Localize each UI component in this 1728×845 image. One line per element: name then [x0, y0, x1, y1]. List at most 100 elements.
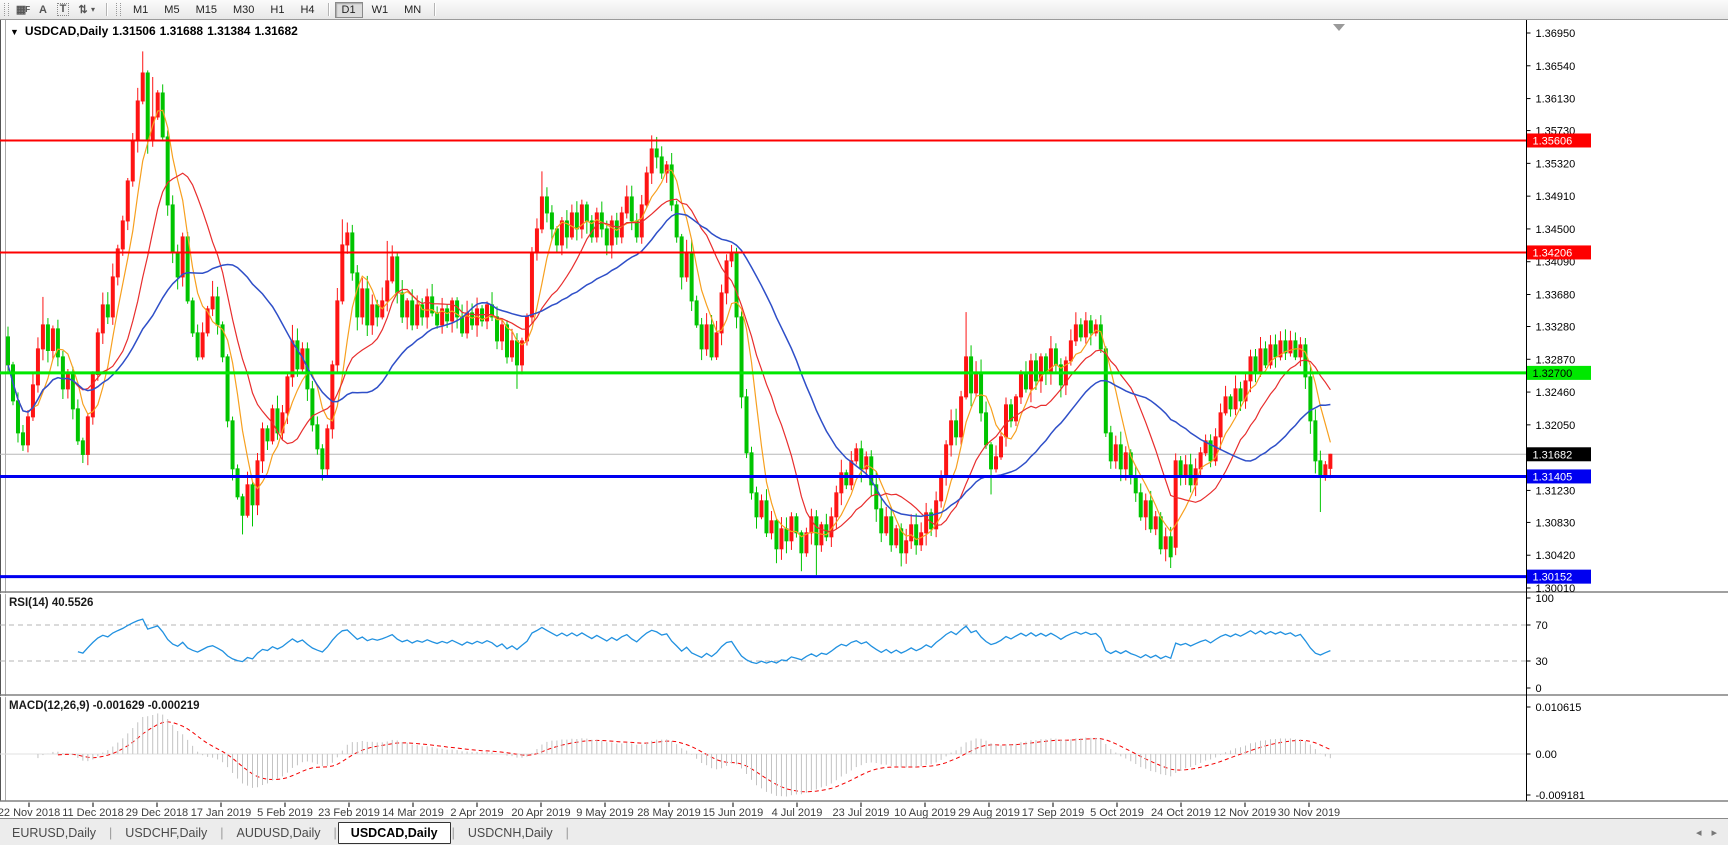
date-tick-label: 5 Oct 2019	[1090, 807, 1144, 818]
tab-separator: |	[565, 825, 569, 840]
rsi-axis-label: 30	[1536, 656, 1548, 668]
tab-eurusd[interactable]: EURUSD,Daily	[0, 823, 108, 843]
timeframe-h4[interactable]: H4	[293, 2, 321, 18]
price-tick-label: 1.36950	[1536, 28, 1576, 40]
price-tick-label: 1.35320	[1536, 158, 1576, 170]
price-tick-label: 1.31230	[1536, 485, 1576, 497]
date-tick-label: 2 Apr 2019	[450, 807, 503, 818]
date-tick-label: 4 Jul 2019	[772, 807, 823, 818]
date-tick-label: 10 Aug 2019	[894, 807, 956, 818]
svg-text:1.32700: 1.32700	[1533, 368, 1573, 380]
symbol-period-label: USDCAD,Daily	[24, 24, 109, 38]
mt4-application: ▦ F A T ⇅ ▾ M1 M5 M15 M30 H1 H4 D1 W1 MN ▼ USDCAD,Daily…	[0, 0, 1728, 845]
font-icon[interactable]: A	[34, 2, 52, 17]
date-tick-label: 14 Mar 2019	[382, 807, 444, 818]
macd-axis-label: -0.009181	[1536, 790, 1586, 802]
toolbar-drag-handle	[116, 3, 121, 16]
timeframe-w1[interactable]: W1	[365, 2, 396, 18]
toolbar-drag-handle	[4, 3, 9, 16]
date-tick-label: 15 Jun 2019	[703, 807, 764, 818]
text-label-icon[interactable]: T	[54, 2, 72, 17]
rsi-indicator-label: RSI(14) 40.5526	[9, 597, 94, 609]
macd-pane[interactable]: 0.010615 0.00 -0.009181	[0, 702, 1585, 802]
ohlc-low: 1.31384	[207, 24, 251, 38]
date-tick-label: 28 May 2019	[637, 807, 701, 818]
one-click-trading-arrow[interactable]: ▼	[10, 27, 19, 37]
timeframe-m1[interactable]: M1	[126, 2, 155, 18]
price-tick-label: 1.30830	[1536, 517, 1576, 529]
level-price-badge: 1.32700	[1527, 365, 1591, 380]
chart-frame	[0, 20, 6, 801]
tab-separator: |	[109, 825, 113, 840]
tab-separator: |	[451, 825, 455, 840]
price-tick-label: 1.34500	[1536, 224, 1576, 236]
toolbar-separator	[106, 3, 107, 16]
rsi-axis-label: 100	[1536, 593, 1554, 605]
chart-title: ▼ USDCAD,Daily 1.31506 1.31688 1.31384 1.3168…	[10, 24, 302, 38]
date-tick-label: 12 Nov 2019	[1214, 807, 1276, 818]
dropdown-caret[interactable]: ▾	[91, 5, 101, 14]
macd-axis-label: 0.010615	[1536, 702, 1582, 714]
price-tick-label: 1.32870	[1536, 354, 1576, 366]
price-tick-label: 1.36130	[1536, 94, 1576, 106]
date-tick-label: 22 Nov 2018	[0, 807, 60, 818]
tab-usdcnh[interactable]: USDCNH,Daily	[456, 823, 565, 843]
chart-canvas[interactable]: 1.369501.365401.361301.357301.353201.349…	[0, 20, 1728, 818]
svg-text:1.30152: 1.30152	[1533, 572, 1573, 584]
rsi-line	[77, 618, 1331, 665]
macd-axis-label: 0.00	[1536, 749, 1557, 761]
macd-indicator-label: MACD(12,26,9) -0.001629 -0.000219	[9, 700, 200, 712]
date-tick-label: 30 Nov 2019	[1278, 807, 1340, 818]
toolbar-separator	[434, 3, 436, 16]
date-tick-label: 23 Jul 2019	[833, 807, 890, 818]
timeframe-mn[interactable]: MN	[397, 2, 428, 18]
cycle-arrows-icon[interactable]: ⇅	[74, 2, 92, 17]
date-tick-label: 23 Feb 2019	[318, 807, 380, 818]
tab-usdchf[interactable]: USDCHF,Daily	[113, 823, 219, 843]
timeframe-m5[interactable]: M5	[157, 2, 186, 18]
date-axis[interactable]: 22 Nov 2018 11 Dec 2018 29 Dec 2018 17 Jan …	[0, 802, 1340, 819]
toolbar-separator	[327, 3, 329, 16]
svg-text:1.31682: 1.31682	[1533, 449, 1573, 461]
chart-shift-marker[interactable]	[1333, 24, 1345, 31]
timeframe-m30[interactable]: M30	[226, 2, 261, 18]
rsi-pane[interactable]: 100 70 30 0	[0, 593, 1554, 695]
tab-audusd[interactable]: AUDUSD,Daily	[225, 823, 333, 843]
date-tick-label: 5 Feb 2019	[257, 807, 313, 818]
date-tick-label: 9 May 2019	[576, 807, 633, 818]
tab-scroll-right-icon[interactable]: ▸	[1711, 827, 1717, 839]
timeframe-h1[interactable]: H1	[263, 2, 291, 18]
price-tick-label: 1.30420	[1536, 550, 1576, 562]
price-tick-label: 1.36540	[1536, 61, 1576, 73]
rsi-axis-label: 0	[1536, 683, 1542, 695]
tab-scroll-left-icon[interactable]: ◂	[1696, 827, 1702, 839]
chart-tab-bar: EURUSD,Daily | USDCHF,Daily | AUDUSD,Daily | U…	[0, 818, 1728, 845]
pane-separator-dates[interactable]	[0, 800, 1728, 804]
price-tick-label: 1.33280	[1536, 321, 1576, 333]
date-tick-label: 29 Dec 2018	[126, 807, 188, 818]
dotted-grid-icon[interactable]: ▦ F	[14, 2, 32, 17]
tab-separator: |	[333, 825, 337, 840]
level-price-badge: 1.30152	[1527, 569, 1591, 584]
date-tick-label: 24 Oct 2019	[1151, 807, 1211, 818]
tab-usdcad[interactable]: USDCAD,Daily	[337, 822, 451, 844]
date-tick-label: 29 Aug 2019	[958, 807, 1020, 818]
price-tick-label: 1.32050	[1536, 420, 1576, 432]
ohlc-high: 1.31688	[159, 24, 204, 38]
macd-signal-line	[57, 721, 1331, 793]
level-price-badge: 1.34206	[1527, 245, 1591, 260]
candlestick-series	[6, 51, 1333, 576]
macd-histogram	[37, 713, 1331, 797]
level-price-badge: 1.35606	[1527, 133, 1591, 148]
price-tick-label: 1.32460	[1536, 387, 1576, 399]
top-toolbar: ▦ F A T ⇅ ▾ M1 M5 M15 M30 H1 H4 D1 W1 MN	[0, 0, 1728, 20]
ma-medium-line	[7, 172, 1331, 533]
pane-separator-macd[interactable]	[0, 694, 1728, 698]
price-tick-label: 1.34910	[1536, 191, 1576, 203]
timeframe-d1[interactable]: D1	[334, 1, 363, 18]
ohlc-open: 1.31506	[112, 24, 156, 38]
rsi-axis-label: 70	[1536, 620, 1548, 632]
date-tick-label: 17 Jan 2019	[191, 807, 252, 818]
timeframe-m15[interactable]: M15	[189, 2, 224, 18]
pane-separator-rsi[interactable]	[0, 591, 1728, 595]
